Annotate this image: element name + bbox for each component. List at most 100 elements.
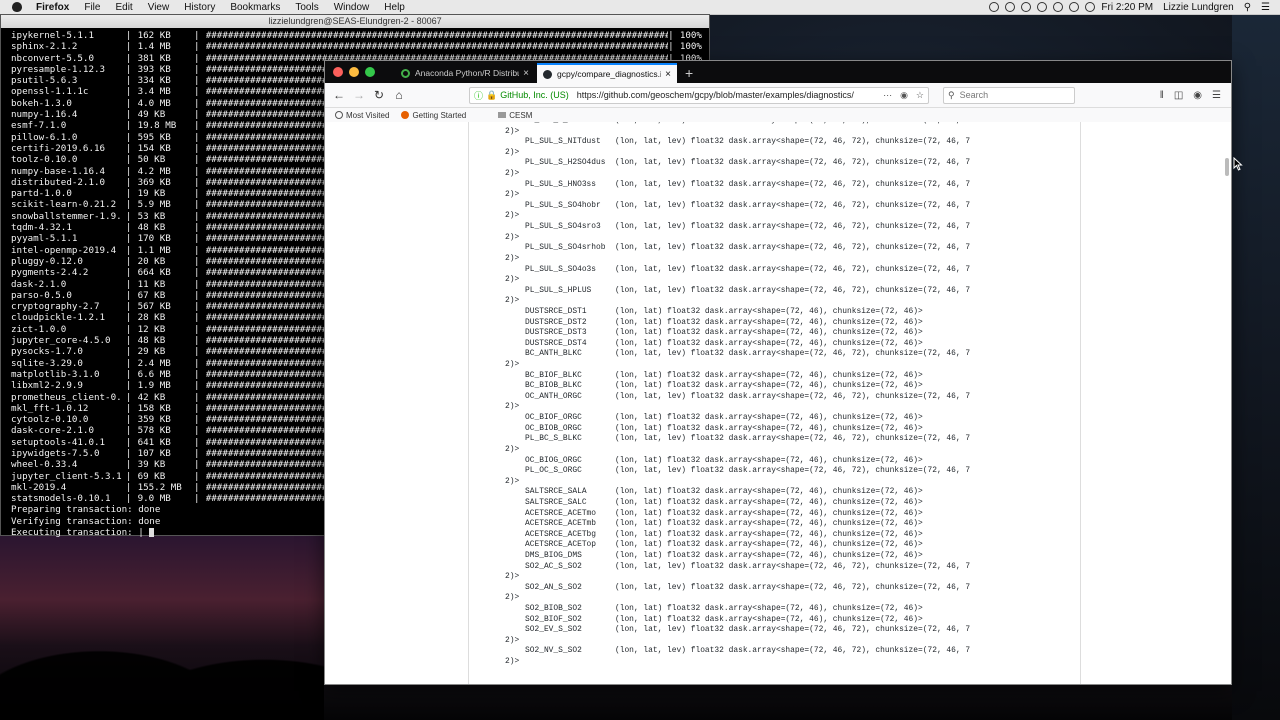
record-icon[interactable] xyxy=(989,2,1000,12)
code-line: 2)> xyxy=(505,635,520,645)
bookmarks-toolbar: Most Visited Getting Started CESM xyxy=(325,108,1231,123)
menu-app-name[interactable]: Firefox xyxy=(36,2,69,13)
column-separator: | xyxy=(194,312,200,324)
url-bar[interactable]: ⓘ 🔒 GitHub, Inc. (US) https://github.com… xyxy=(469,86,929,104)
sidebar-icon[interactable]: ◫ xyxy=(1174,90,1183,101)
back-button[interactable]: ← xyxy=(329,88,349,102)
package-size: 48 KB xyxy=(137,335,166,347)
sync-icon[interactable] xyxy=(1021,2,1032,12)
column-separator: | xyxy=(125,97,132,109)
code-line: 2)> xyxy=(505,657,520,667)
code-line: 2)> xyxy=(505,190,520,200)
code-line: PL_SUL_S_SO4srhob (lon, lat, lev) float3… xyxy=(525,243,971,253)
column-separator: | xyxy=(125,335,132,347)
search-input[interactable]: ⚲ Search xyxy=(943,86,1075,104)
spotlight-icon[interactable]: ⚲ xyxy=(1244,2,1251,13)
code-line: BC_BIOF_BLKC (lon, lat) float32 dask.arr… xyxy=(525,370,923,380)
code-line: OC_ANTH_ORGC (lon, lat, lev) float32 das… xyxy=(525,391,971,401)
page-actions-icon[interactable]: ⋯ xyxy=(883,90,892,101)
bookmark-star-icon[interactable]: ☆ xyxy=(916,90,924,101)
tab-github[interactable]: gcpy/compare_diagnostics.ipynb × xyxy=(537,63,677,83)
terminal-title[interactable]: lizzielundgren@SEAS-Elundgren-2 - 80067 xyxy=(1,15,709,28)
library-icon[interactable]: ‖ xyxy=(1160,90,1164,101)
package-size: 4.2 MB xyxy=(137,165,171,177)
menu-window[interactable]: Window xyxy=(334,2,370,13)
menu-bookmarks[interactable]: Bookmarks xyxy=(230,2,280,13)
reload-button[interactable]: ↻ xyxy=(369,88,389,102)
package-name: esmf-7.1.0 xyxy=(11,120,67,132)
package-name: pygments-2.4.2 xyxy=(11,267,89,279)
menu-file[interactable]: File xyxy=(84,2,100,13)
code-line: DUSTSRCE_DST3 (lon, lat) float32 dask.ar… xyxy=(525,328,923,338)
cloud-icon[interactable] xyxy=(1005,2,1016,12)
column-separator: | xyxy=(194,188,200,200)
apple-icon[interactable] xyxy=(12,2,22,12)
package-name: bokeh-1.3.0 xyxy=(11,97,72,109)
close-tab-icon[interactable]: × xyxy=(665,69,671,80)
bluetooth-icon[interactable] xyxy=(1053,2,1064,12)
code-line: 2)> xyxy=(505,402,520,412)
scrollbar-thumb[interactable] xyxy=(1225,158,1229,176)
pocket-icon[interactable]: ◉ xyxy=(900,90,908,101)
code-line: SO2_AN_S_SO2 (lon, lat, lev) float32 das… xyxy=(525,582,971,592)
tab-anaconda[interactable]: Anaconda Python/R Distribution × xyxy=(395,63,535,83)
menu-history[interactable]: History xyxy=(184,2,215,13)
wifi-icon[interactable] xyxy=(1069,2,1080,12)
column-separator: | xyxy=(125,301,132,313)
close-tab-icon[interactable]: × xyxy=(523,68,529,79)
desktop-wallpaper-bottom xyxy=(324,685,1232,720)
new-tab-button[interactable]: + xyxy=(685,63,693,83)
package-size: 19.8 MB xyxy=(137,120,177,132)
notebook-output[interactable]: PL_SUL_S_SO4dust (lon, lat, lev) float32… xyxy=(469,122,1080,668)
package-size: 158 KB xyxy=(137,402,171,414)
package-name: numpy-1.16.4 xyxy=(11,109,78,121)
code-line: 2)> xyxy=(505,253,520,263)
menu-tools[interactable]: Tools xyxy=(295,2,318,13)
bookmark-folder-cesm[interactable]: CESM xyxy=(498,111,532,120)
user-name[interactable]: Lizzie Lundgren xyxy=(1163,2,1234,13)
close-window-button[interactable] xyxy=(333,67,343,77)
column-separator: | xyxy=(125,414,132,426)
package-size: 42 KB xyxy=(137,391,166,403)
column-separator: | xyxy=(194,63,200,75)
column-separator: | xyxy=(194,335,200,347)
column-separator: | xyxy=(125,368,132,380)
site-identity[interactable]: GitHub, Inc. (US) xyxy=(500,90,569,100)
notification-center-icon[interactable]: ☰ xyxy=(1261,2,1270,13)
code-line: PL_SUL_S_H2SO4dus (lon, lat, lev) float3… xyxy=(525,158,971,168)
code-line: 2)> xyxy=(505,147,520,157)
hamburger-menu-icon[interactable]: ☰ xyxy=(1212,90,1221,101)
column-separator: | xyxy=(194,244,200,256)
forward-button[interactable]: → xyxy=(349,88,369,102)
page-content[interactable]: PL_SUL_S_SO4dust (lon, lat, lev) float32… xyxy=(325,122,1231,684)
package-size: 595 KB xyxy=(137,131,171,143)
code-line: OC_BIOF_ORGC (lon, lat) float32 dask.arr… xyxy=(525,413,923,423)
lock-icon[interactable]: 🔒 xyxy=(486,90,497,101)
home-icon[interactable]: ⌂ xyxy=(389,88,409,102)
package-name: ipykernel-5.1.1 xyxy=(11,30,94,41)
package-size: 359 KB xyxy=(137,414,171,426)
clock[interactable]: Fri 2:20 PM xyxy=(1101,2,1153,13)
bookmark-most-visited[interactable]: Most Visited xyxy=(335,111,389,120)
timemachine-icon[interactable] xyxy=(1037,2,1048,12)
battery-icon[interactable] xyxy=(1085,2,1096,12)
column-separator: | xyxy=(125,289,132,301)
package-name: mkl_fft-1.0.12 xyxy=(11,402,89,414)
bookmark-getting-started[interactable]: Getting Started xyxy=(401,111,466,120)
column-separator: | xyxy=(125,255,132,267)
code-line: OC_BIOG_ORGC (lon, lat) float32 dask.arr… xyxy=(525,455,923,465)
code-line: 2)> xyxy=(505,232,520,242)
column-separator: | xyxy=(194,255,200,267)
zoom-window-button[interactable] xyxy=(365,67,375,77)
extension-icon[interactable]: ◉ xyxy=(1193,90,1202,101)
minimize-window-button[interactable] xyxy=(349,67,359,77)
info-icon[interactable]: ⓘ xyxy=(474,89,483,102)
menu-view[interactable]: View xyxy=(148,2,170,13)
package-name: cytoolz-0.10.0 xyxy=(11,414,89,426)
tab-label: Anaconda Python/R Distribution xyxy=(415,68,519,78)
url-text[interactable]: https://github.com/geoschem/gcpy/blob/ma… xyxy=(577,90,879,100)
menu-edit[interactable]: Edit xyxy=(115,2,132,13)
firefox-window: Anaconda Python/R Distribution × gcpy/co… xyxy=(324,60,1232,685)
menu-help[interactable]: Help xyxy=(384,2,405,13)
code-line: PL_SUL_S_SO4o3s (lon, lat, lev) float32 … xyxy=(525,264,971,274)
